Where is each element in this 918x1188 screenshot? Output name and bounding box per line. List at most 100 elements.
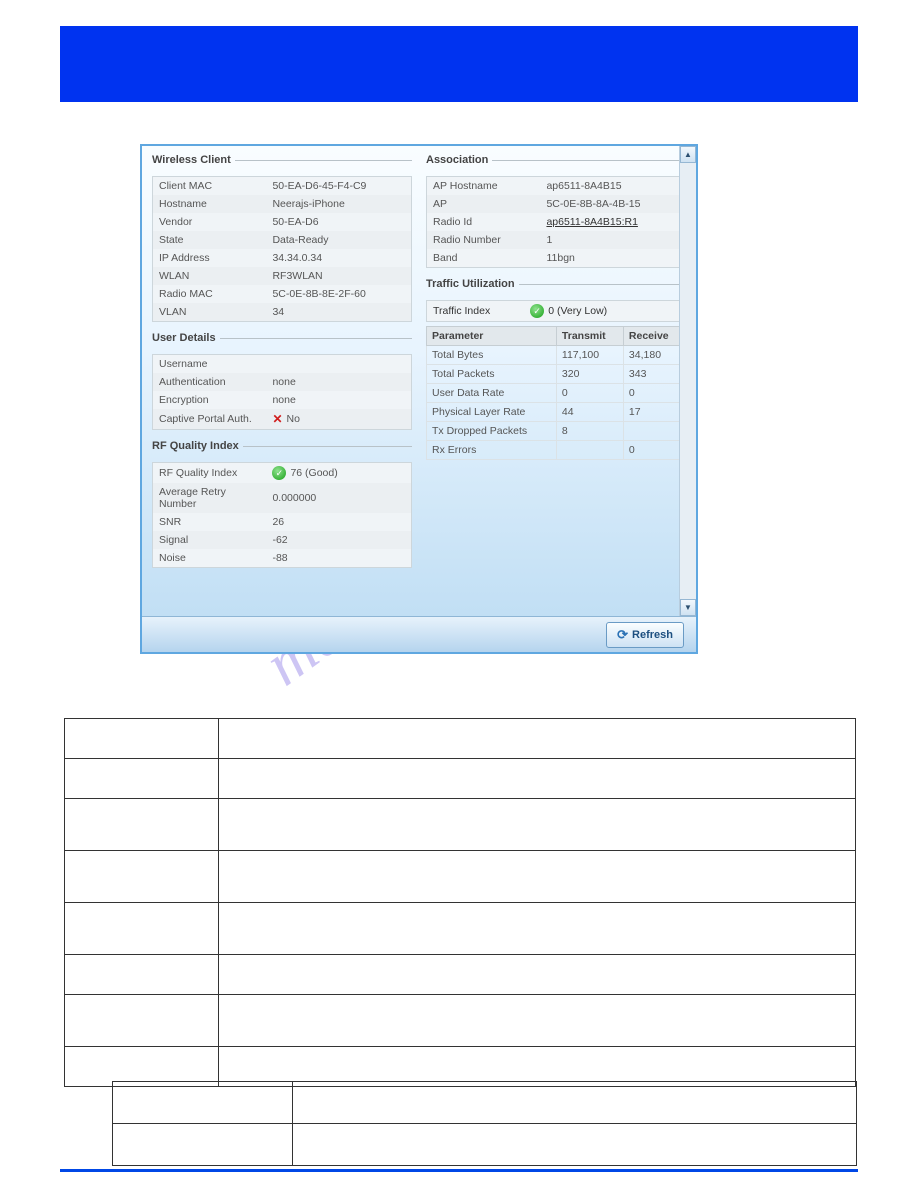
cell (219, 955, 856, 995)
kv-key: State (153, 231, 267, 249)
kv-key: Encryption (153, 391, 267, 409)
rx (623, 422, 685, 441)
rx: 343 (623, 365, 685, 384)
table-row: Signal-62 (153, 531, 412, 549)
page-header-bar (60, 26, 858, 102)
table-row: IP Address34.34.0.34 (153, 249, 412, 267)
cell (219, 759, 856, 799)
table-row: WLANRF3WLAN (153, 267, 412, 285)
radio-id-link[interactable]: ap6511-8A4B15:R1 (546, 216, 637, 228)
table-row (65, 719, 856, 759)
kv-value[interactable]: ap6511-8A4B15:R1 (540, 213, 685, 231)
kv-key: Authentication (153, 373, 267, 391)
table-row: SNR26 (153, 513, 412, 531)
kv-key: Captive Portal Auth. (153, 409, 267, 430)
device-detail-panel: Wireless Client Client MAC50-EA-D6-45-F4… (140, 144, 698, 654)
kv-key: Noise (153, 549, 267, 568)
col-parameter: Parameter (427, 327, 557, 346)
kv-value: 5C-0E-8B-8A-4B-15 (540, 195, 685, 213)
cell (65, 955, 219, 995)
table-row: Username (153, 355, 412, 374)
wireless-client-section: Wireless Client Client MAC50-EA-D6-45-F4… (152, 154, 412, 322)
page-table-lower (112, 1081, 857, 1166)
param: Total Packets (427, 365, 557, 384)
kv-key: Vendor (153, 213, 267, 231)
table-row: AP Hostnameap6511-8A4B15 (427, 177, 686, 196)
kv-value: 0.000000 (266, 483, 411, 513)
table-row: StateData-Ready (153, 231, 412, 249)
kv-key: AP (427, 195, 541, 213)
kv-key: Radio Number (427, 231, 541, 249)
kv-value: 34.34.0.34 (266, 249, 411, 267)
association-table: AP Hostnameap6511-8A4B15 AP5C-0E-8B-8A-4… (426, 176, 686, 268)
scroll-down-button[interactable]: ▼ (680, 599, 696, 616)
kv-value: 50-EA-D6-45-F4-C9 (266, 177, 411, 196)
table-row: Tx Dropped Packets8 (427, 422, 686, 441)
param: Tx Dropped Packets (427, 422, 557, 441)
table-row: Physical Layer Rate4417 (427, 403, 686, 422)
tx: 320 (556, 365, 623, 384)
table-row: Total Bytes117,10034,180 (427, 346, 686, 365)
kv-value: ap6511-8A4B15 (540, 177, 685, 196)
cell (65, 719, 219, 759)
vertical-scrollbar[interactable]: ▲ ▼ (679, 146, 696, 616)
check-icon: ✓ (530, 304, 544, 318)
table-row: Captive Portal Auth.✕No (153, 409, 412, 430)
table-row: Vendor50-EA-D6 (153, 213, 412, 231)
table-row: Authenticationnone (153, 373, 412, 391)
refresh-label: Refresh (632, 629, 673, 641)
refresh-button[interactable]: ⟳ Refresh (606, 622, 684, 648)
traffic-index-value: 0 (Very Low) (548, 305, 607, 317)
cell (65, 903, 219, 955)
cell (65, 759, 219, 799)
kv-key: Radio Id (427, 213, 541, 231)
kv-value: 11bgn (540, 249, 685, 268)
table-row: Rx Errors0 (427, 441, 686, 460)
traffic-index-label: Traffic Index (433, 305, 490, 317)
kv-value: -88 (266, 549, 411, 568)
captive-value: No (287, 413, 300, 425)
table-row: Band11bgn (427, 249, 686, 268)
rx: 0 (623, 441, 685, 460)
cell (219, 799, 856, 851)
user-details-table: Username Authenticationnone Encryptionno… (152, 354, 412, 430)
table-row: Client MAC50-EA-D6-45-F4-C9 (153, 177, 412, 196)
kv-key: Radio MAC (153, 285, 267, 303)
cell (113, 1082, 293, 1124)
panel-body: Wireless Client Client MAC50-EA-D6-45-F4… (142, 146, 696, 616)
param: Physical Layer Rate (427, 403, 557, 422)
association-heading: Association (426, 154, 492, 166)
table-row: Encryptionnone (153, 391, 412, 409)
kv-value: Neerajs-iPhone (266, 195, 411, 213)
traffic-grid: Parameter Transmit Receive Total Bytes11… (426, 326, 686, 460)
scroll-up-button[interactable]: ▲ (680, 146, 696, 163)
wireless-client-heading: Wireless Client (152, 154, 235, 166)
tx: 0 (556, 384, 623, 403)
traffic-index-value-wrap: ✓ 0 (Very Low) (530, 304, 607, 318)
refresh-icon: ⟳ (617, 627, 628, 643)
rf-quality-section: RF Quality Index RF Quality Index✓76 (Go… (152, 440, 412, 568)
kv-value: 50-EA-D6 (266, 213, 411, 231)
table-row: Noise-88 (153, 549, 412, 568)
cell (219, 995, 856, 1047)
table-row: Average Retry Number0.000000 (153, 483, 412, 513)
table-row: Radio Id ap6511-8A4B15:R1 (427, 213, 686, 231)
param: User Data Rate (427, 384, 557, 403)
table-row: Total Packets320343 (427, 365, 686, 384)
kv-value: 34 (266, 303, 411, 322)
kv-value: 26 (266, 513, 411, 531)
rf-quality-table: RF Quality Index✓76 (Good) Average Retry… (152, 462, 412, 568)
panel-columns: Wireless Client Client MAC50-EA-D6-45-F4… (152, 154, 686, 578)
cell (219, 851, 856, 903)
table-row (65, 903, 856, 955)
kv-key: Username (153, 355, 267, 374)
left-column: Wireless Client Client MAC50-EA-D6-45-F4… (152, 154, 412, 578)
panel-footer: ⟳ Refresh (142, 616, 696, 652)
cell (65, 799, 219, 851)
table-row: VLAN34 (153, 303, 412, 322)
cell (113, 1124, 293, 1166)
traffic-heading: Traffic Utilization (426, 278, 519, 290)
kv-value: ✓76 (Good) (266, 463, 411, 484)
rf-quality-heading: RF Quality Index (152, 440, 243, 452)
kv-value: 5C-0E-8B-8E-2F-60 (266, 285, 411, 303)
